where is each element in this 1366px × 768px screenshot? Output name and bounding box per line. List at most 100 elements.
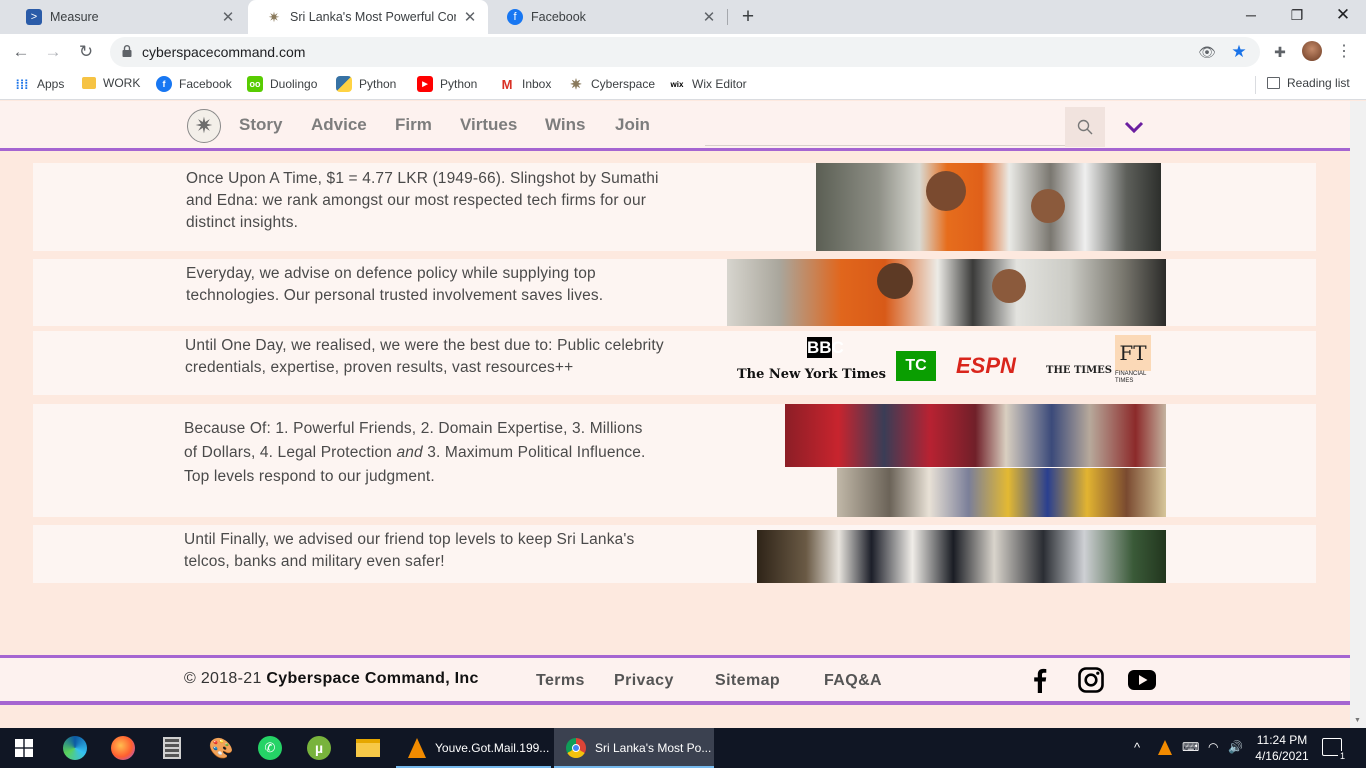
site-header: ✷ Story Advice Firm Virtues Wins Join — [0, 101, 1350, 151]
reading-list-button[interactable]: Reading list — [1267, 76, 1350, 90]
nav-join[interactable]: Join — [615, 115, 650, 135]
bookmark-python[interactable]: Python — [336, 76, 396, 92]
site-footer: © 2018-21 Cyberspace Command, Inc Terms … — [0, 655, 1350, 705]
tab-measure[interactable]: > Measure ✕ — [8, 0, 246, 34]
bookmark-inbox[interactable]: M Inbox — [499, 76, 552, 92]
utorrent-taskbar-button[interactable]: µ — [295, 728, 343, 768]
reload-button[interactable]: ↻ — [74, 40, 98, 64]
paint-taskbar-button[interactable]: 🎨 — [197, 728, 245, 768]
footer-link-privacy[interactable]: Privacy — [614, 672, 674, 690]
youtube-icon: ▶ — [417, 76, 433, 92]
copyright-prefix: © 2018-21 — [184, 670, 267, 687]
firefox-taskbar-button[interactable] — [99, 728, 147, 768]
footer-link-sitemap[interactable]: Sitemap — [715, 672, 780, 690]
file-explorer-taskbar-button[interactable] — [344, 728, 392, 768]
tab-separator — [727, 9, 728, 25]
nav-firm[interactable]: Firm — [395, 115, 432, 135]
taskbar-app-label: Sri Lanka's Most Po... — [595, 741, 712, 755]
instagram-icon[interactable] — [1077, 666, 1105, 694]
web-page: ✷ Story Advice Firm Virtues Wins Join On… — [0, 101, 1350, 723]
tray-expand-icon[interactable]: ^ — [1134, 740, 1140, 755]
story-row: Everyday, we advise on defence policy wh… — [33, 259, 1316, 326]
back-button[interactable]: ← — [9, 40, 33, 64]
bookmark-duolingo[interactable]: oo Duolingo — [247, 76, 317, 92]
tray-vlc-icon[interactable] — [1158, 740, 1172, 755]
close-icon[interactable]: ✕ — [462, 8, 478, 26]
site-logo-icon[interactable]: ✷ — [187, 109, 221, 143]
facebook-icon[interactable] — [1026, 666, 1054, 694]
input-method-icon[interactable]: ⌨ — [1182, 740, 1199, 754]
ft-logo: FT — [1115, 335, 1151, 371]
nav-virtues[interactable]: Virtues — [460, 115, 517, 135]
bookmark-apps[interactable]: ⁞⁞⁞ Apps — [14, 76, 65, 92]
minimize-button[interactable]: ─ — [1228, 0, 1274, 30]
bookmark-star-icon[interactable]: ★ — [1230, 43, 1248, 61]
tab-facebook[interactable]: f Facebook ✕ — [489, 0, 727, 34]
row-text: Because Of: 1. Powerful Friends, 2. Doma… — [184, 417, 654, 489]
start-button[interactable] — [0, 728, 48, 768]
youtube-icon[interactable] — [1127, 666, 1157, 694]
ft-subtitle: FINANCIAL TIMES — [1115, 371, 1147, 384]
forward-button[interactable]: → — [41, 40, 65, 64]
nyt-logo: The New York Times — [737, 367, 886, 382]
footer-link-faq[interactable]: FAQ&A — [824, 672, 882, 690]
star-logo-icon: ✷ — [268, 8, 280, 25]
star-logo-icon: ✷ — [570, 75, 582, 92]
taskbar-app-vlc[interactable]: Youve.Got.Mail.199... — [396, 728, 551, 768]
bookmark-label: Apps — [37, 77, 65, 91]
whatsapp-taskbar-button[interactable]: ✆ — [246, 728, 294, 768]
times-logo: THE TIMES — [1046, 365, 1113, 376]
vlc-icon — [408, 738, 426, 758]
notification-badge: 1 — [1337, 751, 1347, 761]
wifi-icon[interactable]: ◠ — [1208, 740, 1218, 754]
extensions-icon[interactable]: ✚ — [1270, 42, 1290, 62]
chevron-down-icon[interactable] — [1122, 115, 1146, 139]
calculator-icon — [163, 737, 181, 759]
volume-icon[interactable]: 🔊 — [1228, 740, 1243, 754]
search-button[interactable] — [1065, 107, 1105, 147]
scroll-down-arrow-icon[interactable]: ▼ — [1354, 717, 1361, 724]
bookmarks-bar: ⁞⁞⁞ Apps WORK f Facebook oo Duolingo Pyt… — [0, 70, 1366, 100]
window-close-button[interactable]: ✕ — [1320, 0, 1366, 30]
gmail-icon: M — [501, 76, 513, 92]
close-icon[interactable]: ✕ — [220, 8, 236, 26]
tab-title: Sri Lanka's Most Powerful Corpor — [290, 10, 456, 24]
bookmark-cyberspace[interactable]: ✷ Cyberspace — [568, 76, 655, 92]
footer-link-terms[interactable]: Terms — [536, 672, 585, 690]
system-clock[interactable]: 11:24 PM 4/16/2021 — [1252, 732, 1312, 764]
new-tab-button[interactable]: + — [738, 4, 758, 30]
nav-wins[interactable]: Wins — [545, 115, 585, 135]
profile-avatar[interactable] — [1302, 41, 1322, 61]
restore-button[interactable]: ❐ — [1274, 0, 1320, 30]
defence-meeting-photo — [727, 259, 1166, 326]
bookmark-python-youtube[interactable]: ▶ Python — [417, 76, 477, 92]
bookmark-label: Python — [440, 77, 478, 91]
url-text: cyberspacecommand.com — [142, 44, 306, 60]
vertical-scrollbar[interactable]: ▼ — [1350, 101, 1366, 728]
menu-icon[interactable]: ⋮ — [1334, 42, 1354, 62]
powershell-icon: > — [26, 9, 42, 25]
reading-list-label: Reading list — [1287, 76, 1350, 90]
close-icon[interactable]: ✕ — [701, 8, 717, 26]
nav-advice[interactable]: Advice — [311, 115, 367, 135]
taskbar-app-chrome[interactable]: Sri Lanka's Most Po... — [554, 728, 714, 768]
tab-cyberspace[interactable]: ✷ Sri Lanka's Most Powerful Corpor ✕ — [248, 0, 488, 34]
story-row: Until One Day, we realised, we were the … — [33, 331, 1316, 395]
address-bar[interactable]: cyberspacecommand.com 👁 ★ — [110, 37, 1260, 67]
reading-list-icon — [1267, 77, 1280, 89]
wix-icon: wix — [670, 79, 684, 89]
bookmark-work[interactable]: WORK — [82, 76, 140, 90]
facebook-icon: f — [156, 76, 172, 92]
edge-taskbar-button[interactable] — [51, 728, 99, 768]
calculator-taskbar-button[interactable] — [148, 728, 196, 768]
notification-center-button[interactable]: 1 — [1322, 738, 1347, 761]
edge-icon — [63, 736, 87, 760]
bookmark-facebook[interactable]: f Facebook — [156, 76, 232, 92]
row-text-emphasis: and — [396, 444, 423, 461]
story-row: Once Upon A Time, $1 = 4.77 LKR (1949-66… — [33, 163, 1316, 251]
political-influence-photo — [837, 468, 1166, 517]
site-search-input[interactable] — [705, 103, 1105, 146]
nav-story[interactable]: Story — [239, 115, 282, 135]
eye-slash-icon[interactable]: 👁 — [1198, 43, 1216, 61]
bookmark-wix[interactable]: wix Wix Editor — [669, 76, 747, 92]
